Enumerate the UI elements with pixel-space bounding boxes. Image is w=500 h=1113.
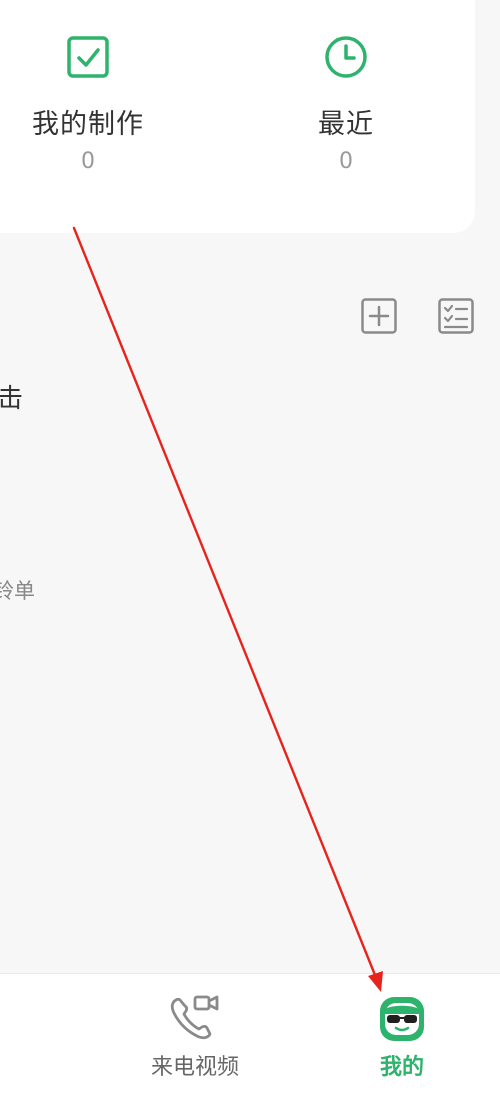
bottom-tab-bar: 单 来电视频 我的 — [0, 973, 500, 1113]
tab-partial-left[interactable]: 单 — [0, 974, 40, 1113]
stat-recent[interactable]: 最近 0 — [246, 34, 446, 174]
stat-count: 0 — [339, 149, 353, 174]
tab-label: 我的 — [379, 1055, 424, 1080]
partial-list-subtitle: 铃单 — [0, 579, 35, 603]
manage-list-button[interactable] — [437, 297, 475, 335]
stat-my-creations[interactable]: 我的制作 0 — [0, 34, 188, 174]
screen: 我的制作 0 最近 0 击 铃单 来电视频 我的 — [0, 0, 500, 1113]
add-square-icon — [361, 298, 397, 334]
phone-video-icon — [170, 995, 219, 1040]
tab-incoming-call-video[interactable]: 来电视频 — [130, 974, 260, 1113]
stat-label: 我的制作 — [32, 109, 144, 140]
stat-count: 0 — [81, 149, 95, 174]
add-button[interactable] — [360, 297, 398, 335]
clock-icon — [325, 36, 367, 78]
tab-label: 来电视频 — [150, 1055, 239, 1080]
checklist-icon — [438, 298, 474, 334]
partial-list-title: 击 — [0, 384, 24, 414]
profile-face-icon — [380, 997, 424, 1041]
tab-mine[interactable]: 我的 — [352, 974, 452, 1113]
stat-label: 最近 — [318, 109, 374, 140]
check-square-icon — [67, 36, 109, 78]
tab-label: 单 — [0, 1049, 40, 1081]
